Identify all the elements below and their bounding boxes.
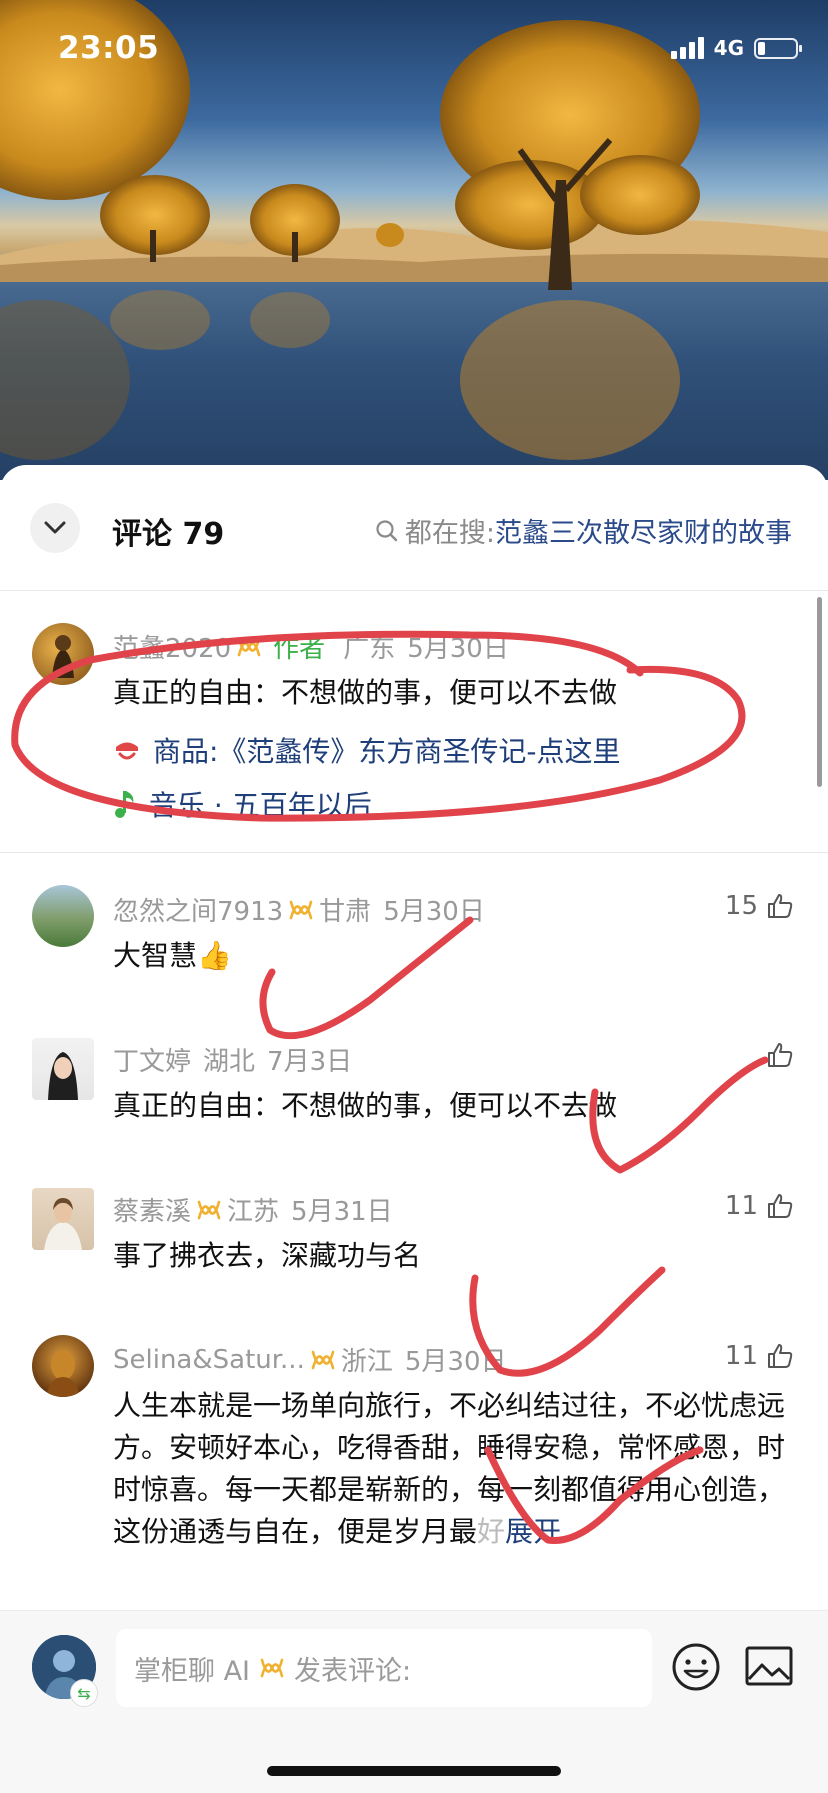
like-button[interactable]: 15	[725, 891, 794, 921]
comment-username[interactable]: 范蠡2020	[113, 628, 231, 665]
like-count: 11	[724, 1341, 758, 1371]
like-button[interactable]	[758, 1041, 794, 1069]
comment-item[interactable]: 丁文婷 湖北 7月3日 真正的自由：不想做的事，便可以不去做	[0, 1035, 828, 1145]
search-prefix: 都在搜:	[404, 518, 495, 549]
emoji-icon[interactable]	[670, 1641, 722, 1693]
avatar[interactable]	[32, 623, 94, 685]
chevron-down-icon	[44, 521, 66, 534]
switch-account-icon[interactable]: ⇆	[70, 1679, 98, 1707]
thumbs-up-icon	[768, 1344, 793, 1368]
search-icon	[376, 519, 398, 541]
comment-text: 事了拂衣去，深藏功与名	[113, 1239, 422, 1272]
comment-meta: 范蠡2020 作者 广东 5月30日	[113, 628, 509, 665]
comment-text-fade: 好	[477, 1515, 506, 1548]
input-ai-label: 掌柜聊 AI	[134, 1655, 251, 1687]
comment-location: 甘肃	[319, 897, 372, 927]
battery-level	[758, 41, 765, 55]
infinity-badge-icon	[311, 1350, 335, 1369]
product-label: 商品:《范蠡传》东方商圣传记-点这里	[153, 735, 621, 768]
comment-meta: 丁文婷 湖北 7月3日	[113, 1041, 352, 1078]
comment-item[interactable]: 忽然之间7913 甘肃 5月30日 15 大智慧👍	[0, 885, 828, 995]
comment-date: 5月30日	[383, 897, 485, 927]
comment-meta: 忽然之间7913 甘肃 5月30日	[113, 891, 485, 928]
comment-text: 真正的自由：不想做的事，便可以不去做	[113, 1089, 618, 1122]
comment-input[interactable]: 掌柜聊 AI 发表评论:	[116, 1629, 652, 1707]
search-query: 范蠡三次散尽家财的故事	[495, 518, 792, 549]
comment-location: 湖北	[203, 1047, 256, 1077]
avatar-portrait	[44, 1198, 82, 1250]
infinity-badge-icon	[237, 637, 261, 656]
author-tag: 作者	[273, 634, 326, 664]
hero-image: 23:05 4G	[0, 0, 828, 480]
comment-date: 5月31日	[291, 1197, 393, 1227]
avatar-portrait	[46, 1350, 80, 1397]
comment-location: 广东	[343, 634, 396, 664]
comment-meta: Selina&Satur... 浙江 5月30日	[113, 1341, 507, 1378]
comments-count-title: 评论 79	[112, 517, 225, 552]
comment-username[interactable]: 忽然之间7913	[113, 891, 283, 928]
bottom-input-bar: ⇆ 掌柜聊 AI 发表评论:	[0, 1610, 828, 1793]
comment-username[interactable]: 丁文婷	[113, 1041, 191, 1078]
expand-link[interactable]: 展开	[505, 1515, 561, 1548]
music-note-icon	[115, 791, 134, 818]
like-button[interactable]: 11	[725, 1191, 794, 1221]
comment-username[interactable]: Selina&Satur...	[113, 1345, 305, 1375]
thumbs-up-icon	[768, 894, 793, 918]
thumbs-up-icon	[768, 1043, 793, 1067]
network-type: 4G	[713, 36, 744, 60]
signal-icon	[670, 37, 704, 59]
avatar[interactable]	[32, 1335, 94, 1397]
home-indicator	[267, 1766, 561, 1776]
like-count: 11	[724, 1191, 758, 1221]
trending-search-link[interactable]: 都在搜: 范蠡三次散尽家财的故事	[375, 511, 792, 550]
comment-meta: 蔡素溪 江苏 5月31日	[113, 1191, 393, 1228]
comment-text: 人生本就是一场单向旅行，不必纠结过往，不必忧虑远方。安顿好本心，吃得香甜，睡得安…	[113, 1385, 793, 1553]
input-placeholder: 发表评论:	[294, 1655, 412, 1687]
status-time: 23:05	[58, 30, 160, 66]
avatar[interactable]	[32, 1188, 94, 1250]
comments-header: 评论 79 都在搜: 范蠡三次散尽家财的故事	[0, 465, 828, 590]
comment-text: 真正的自由：不想做的事，便可以不去做	[113, 676, 618, 709]
collapse-button[interactable]	[30, 503, 80, 553]
music-link[interactable]: 音乐 · 五百年以后	[113, 784, 372, 824]
image-icon[interactable]	[744, 1643, 794, 1689]
comment-item[interactable]: 范蠡2020 作者 广东 5月30日 真正的自由：不想做的事，便可以不去做 商品…	[0, 620, 828, 850]
status-indicators: 4G	[670, 36, 802, 60]
shop-icon	[116, 742, 138, 760]
comment-text-main: 人生本就是一场单向旅行，不必纠结过往，不必忧虑远方。安顿好本心，吃得香甜，睡得安…	[113, 1389, 786, 1548]
comment-item[interactable]: 蔡素溪 江苏 5月31日 11 事了拂衣去，深藏功与名	[0, 1185, 828, 1295]
comment-date: 7月3日	[267, 1047, 353, 1077]
comment-username[interactable]: 蔡素溪	[113, 1191, 191, 1228]
infinity-badge-icon	[289, 900, 313, 919]
product-link[interactable]: 商品:《范蠡传》东方商圣传记-点这里	[113, 730, 621, 770]
comment-date: 5月30日	[407, 634, 509, 664]
comment-item[interactable]: Selina&Satur... 浙江 5月30日 11 人生本就是一场单向旅行，…	[0, 1335, 828, 1575]
like-button[interactable]: 11	[725, 1341, 794, 1371]
header-divider	[0, 590, 828, 591]
comment-location: 江苏	[227, 1197, 280, 1227]
music-label: 音乐 · 五百年以后	[149, 789, 372, 822]
status-bar: 23:05 4G	[0, 0, 828, 100]
avatar[interactable]	[32, 885, 94, 947]
avatar-portrait	[52, 635, 74, 678]
comment-location: 浙江	[340, 1347, 393, 1377]
battery-icon	[754, 37, 802, 59]
like-count: 15	[724, 891, 758, 921]
comment-text: 大智慧👍	[113, 939, 232, 972]
pinned-divider	[0, 852, 828, 853]
thumbs-up-icon	[768, 1194, 793, 1218]
comment-date: 5月30日	[404, 1347, 507, 1377]
avatar-portrait	[48, 1052, 78, 1100]
infinity-badge-icon	[197, 1200, 221, 1219]
infinity-badge-icon	[260, 1658, 284, 1678]
avatar[interactable]	[32, 1038, 94, 1100]
